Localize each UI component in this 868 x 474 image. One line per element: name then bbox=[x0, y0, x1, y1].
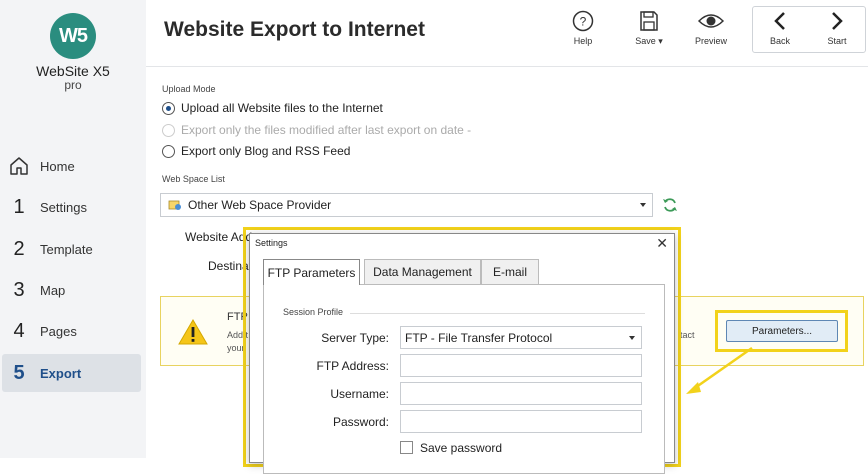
tab-email[interactable]: E-mail bbox=[481, 259, 539, 284]
parameters-button[interactable]: Parameters... bbox=[726, 320, 838, 342]
ftp-panel-text: your bbox=[227, 343, 245, 353]
server-type-label: Server Type: bbox=[321, 331, 389, 345]
radio-indicator[interactable] bbox=[162, 101, 175, 115]
sidebar-item-settings[interactable]: 1 Settings bbox=[2, 188, 141, 226]
server-icon bbox=[168, 200, 181, 210]
save-label: Save ▾ bbox=[635, 36, 663, 46]
save-button[interactable]: Save ▾ bbox=[622, 10, 676, 52]
sidebar-item-export[interactable]: 5 Export bbox=[2, 354, 141, 392]
start-label: Start bbox=[827, 36, 847, 46]
group-divider bbox=[350, 313, 645, 314]
sidebar-item-label: Pages bbox=[40, 323, 77, 339]
start-button[interactable]: Start bbox=[810, 10, 864, 52]
radio-upload-all[interactable]: Upload all Website files to the Internet bbox=[162, 101, 383, 115]
close-icon[interactable]: ✕ bbox=[656, 235, 668, 252]
radio-indicator[interactable] bbox=[162, 144, 175, 158]
tab-data-management[interactable]: Data Management bbox=[364, 259, 481, 284]
radio-indicator bbox=[162, 123, 175, 137]
chevron-down-icon bbox=[640, 203, 646, 207]
sidebar-item-label: Template bbox=[40, 241, 93, 257]
sidebar-item-pages[interactable]: 4 Pages bbox=[2, 312, 141, 350]
radio-label: Export only the files modified after las… bbox=[181, 123, 472, 137]
save-icon bbox=[640, 11, 658, 31]
page-title: Website Export to Internet bbox=[164, 18, 425, 41]
preview-label: Preview bbox=[694, 36, 727, 46]
upload-mode-label: Upload Mode bbox=[162, 84, 216, 94]
radio-label: Export only Blog and RSS Feed bbox=[181, 144, 351, 158]
help-icon: ? bbox=[572, 10, 594, 32]
sidebar-item-label: Export bbox=[40, 365, 82, 381]
server-type-select[interactable]: FTP - File Transfer Protocol bbox=[400, 326, 642, 349]
home-icon bbox=[2, 156, 36, 176]
radio-blog-rss[interactable]: Export only Blog and RSS Feed bbox=[162, 144, 350, 158]
step-number: 2 bbox=[13, 237, 25, 260]
refresh-icon[interactable] bbox=[662, 197, 678, 213]
chevron-left-icon bbox=[774, 12, 785, 30]
web-space-list-label: Web Space List bbox=[162, 174, 225, 184]
back-button[interactable]: Back bbox=[753, 10, 807, 52]
web-space-select[interactable]: Other Web Space Provider bbox=[160, 193, 653, 217]
sidebar-item-label: Home bbox=[40, 158, 75, 174]
server-type-value: FTP - File Transfer Protocol bbox=[405, 330, 553, 345]
chevron-down-icon bbox=[629, 336, 635, 340]
header-divider bbox=[146, 66, 868, 67]
preview-button[interactable]: Preview bbox=[684, 10, 738, 52]
sidebar-item-template[interactable]: 2 Template bbox=[2, 230, 141, 268]
sidebar-item-label: Map bbox=[40, 282, 66, 298]
username-field[interactable] bbox=[400, 382, 642, 405]
password-field[interactable] bbox=[400, 410, 642, 433]
eye-icon bbox=[698, 14, 724, 28]
username-label: Username: bbox=[330, 387, 389, 401]
chevron-right-icon bbox=[832, 12, 843, 30]
app-edition: pro bbox=[64, 78, 82, 92]
radio-export-modified: Export only the files modified after las… bbox=[162, 123, 471, 137]
step-number: 5 bbox=[13, 361, 25, 384]
sidebar: W5 WebSite X5 pro Home 1 Settings 2 Temp… bbox=[0, 0, 146, 458]
password-label: Password: bbox=[332, 415, 389, 429]
callout-arrow bbox=[686, 346, 753, 394]
step-number: 1 bbox=[13, 195, 25, 218]
ftp-address-field[interactable] bbox=[400, 354, 642, 377]
ftp-panel-text: tact bbox=[680, 330, 695, 340]
ftp-address-label: FTP Address: bbox=[316, 359, 389, 373]
help-button[interactable]: ? Help bbox=[556, 10, 610, 52]
session-profile-label: Session Profile bbox=[283, 307, 344, 317]
app-name: WebSite X5 bbox=[36, 63, 110, 79]
settings-dialog: Settings ✕ FTP Parameters Data Managemen… bbox=[249, 233, 675, 474]
radio-label: Upload all Website files to the Internet bbox=[181, 101, 383, 115]
save-password-label: Save password bbox=[420, 441, 503, 455]
save-password-checkbox[interactable] bbox=[400, 441, 413, 454]
warning-icon bbox=[178, 319, 208, 345]
app-logo: W5 bbox=[50, 13, 96, 59]
step-number: 4 bbox=[13, 319, 25, 342]
sidebar-item-label: Settings bbox=[40, 199, 87, 215]
dialog-title: Settings bbox=[255, 238, 288, 248]
sidebar-item-home[interactable]: Home bbox=[2, 147, 141, 185]
help-label: Help bbox=[573, 36, 593, 46]
back-label: Back bbox=[769, 36, 790, 46]
tab-ftp-parameters[interactable]: FTP Parameters bbox=[263, 259, 360, 285]
step-number: 3 bbox=[13, 278, 25, 301]
web-space-value: Other Web Space Provider bbox=[188, 198, 332, 212]
sidebar-item-map[interactable]: 3 Map bbox=[2, 271, 141, 309]
svg-text:?: ? bbox=[580, 15, 587, 29]
